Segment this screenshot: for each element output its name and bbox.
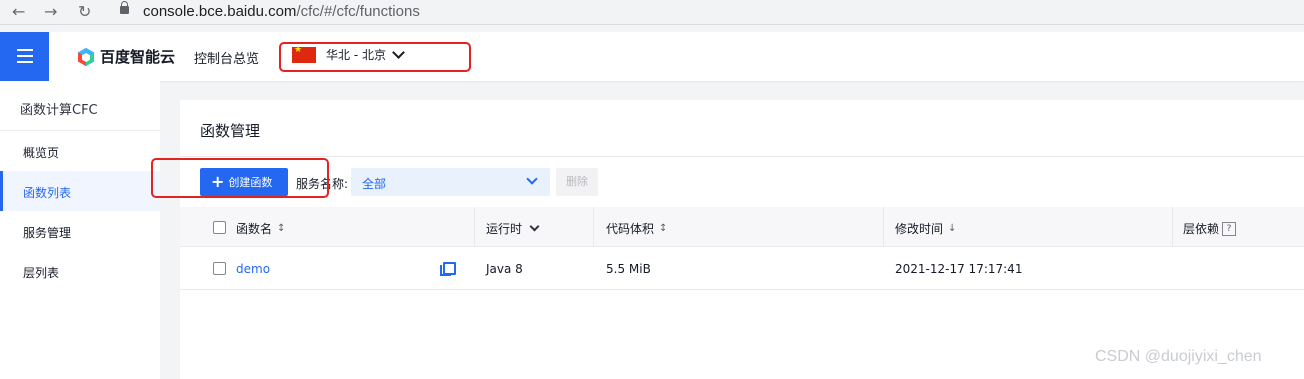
row-checkbox[interactable]: [213, 262, 226, 275]
column-header-size[interactable]: 代码体积 ↕: [606, 220, 667, 237]
chevron-down-icon: [526, 173, 538, 185]
page-title: 函数管理: [200, 122, 261, 140]
highlight-box-create: [151, 158, 329, 198]
column-separator: [1172, 207, 1173, 247]
reload-icon[interactable]: ↻: [78, 3, 91, 21]
sort-icon[interactable]: ↕: [659, 223, 667, 234]
service-select-value: 全部: [362, 177, 387, 191]
column-header-modified[interactable]: 修改时间 ↓: [895, 220, 956, 237]
column-header-runtime-label: 运行时: [486, 222, 523, 236]
column-separator: [593, 207, 594, 247]
filter-chevron-icon[interactable]: [529, 221, 540, 232]
arrow-right-icon[interactable]: →: [44, 3, 57, 21]
sidebar-title: 函数计算CFC: [0, 81, 160, 131]
sidebar-item-overview[interactable]: 概览页: [0, 131, 160, 171]
column-header-size-label: 代码体积: [606, 222, 655, 236]
sort-icon[interactable]: ↕: [277, 223, 285, 234]
service-select[interactable]: 全部: [351, 168, 550, 196]
help-icon[interactable]: ?: [1222, 221, 1237, 236]
browser-toolbar: ← → ↻ console.bce.baidu.com/cfc/#/cfc/fu…: [0, 0, 1304, 25]
arrow-left-icon[interactable]: ←: [12, 3, 25, 21]
sidebar-item-functions[interactable]: 函数列表: [0, 171, 160, 211]
modified-cell: 2021-12-17 17:17:41: [895, 262, 1023, 276]
url-text[interactable]: console.bce.baidu.com/cfc/#/cfc/function…: [143, 3, 420, 20]
column-separator: [474, 207, 475, 247]
copy-icon[interactable]: [440, 262, 456, 276]
divider: [180, 156, 1304, 157]
function-management-card: 函数管理 + 创建函数 服务名称: 全部 删除 函数名 ↕ 运行时 代码体积 ↕…: [180, 100, 1304, 379]
console-header: 百度智能云 控制台总览 华北 - 北京: [0, 32, 1304, 81]
delete-button[interactable]: 删除: [556, 168, 598, 196]
runtime-cell: Java 8: [486, 262, 523, 276]
sidebar-item-services[interactable]: 服务管理: [0, 211, 160, 251]
logo-icon: [78, 47, 94, 66]
function-name-link[interactable]: demo: [236, 262, 270, 276]
url-path: /cfc/#/cfc/functions: [296, 3, 420, 20]
column-header-name-label: 函数名: [236, 222, 273, 236]
console-overview-link[interactable]: 控制台总览: [194, 48, 259, 67]
column-header-layers-label: 层依赖: [1183, 222, 1220, 236]
table-row: demo Java 8 5.5 MiB 2021-12-17 17:17:41: [180, 248, 1304, 290]
highlight-box-region: [279, 42, 471, 72]
sidebar-item-layers[interactable]: 层列表: [0, 251, 160, 291]
hamburger-icon[interactable]: [0, 32, 49, 81]
url-host: console.bce.baidu.com: [143, 3, 297, 20]
logo-text: 百度智能云: [100, 48, 176, 66]
sidebar: 函数计算CFC 概览页 函数列表 服务管理 层列表: [0, 81, 160, 379]
select-all-checkbox[interactable]: [213, 221, 226, 234]
column-header-name[interactable]: 函数名 ↕: [236, 220, 285, 237]
table-header: 函数名 ↕ 运行时 代码体积 ↕ 修改时间 ↓ 层依赖 ?: [180, 207, 1304, 247]
column-header-layers: 层依赖 ?: [1183, 220, 1237, 237]
column-separator: [883, 207, 884, 247]
logo[interactable]: 百度智能云: [76, 46, 175, 67]
column-header-runtime[interactable]: 运行时: [486, 220, 540, 237]
column-header-modified-label: 修改时间: [895, 222, 944, 236]
watermark: CSDN @duojiyixi_chen: [1095, 348, 1262, 365]
sort-desc-icon[interactable]: ↓: [948, 223, 956, 234]
size-cell: 5.5 MiB: [606, 262, 651, 276]
lock-icon: [120, 1, 129, 14]
